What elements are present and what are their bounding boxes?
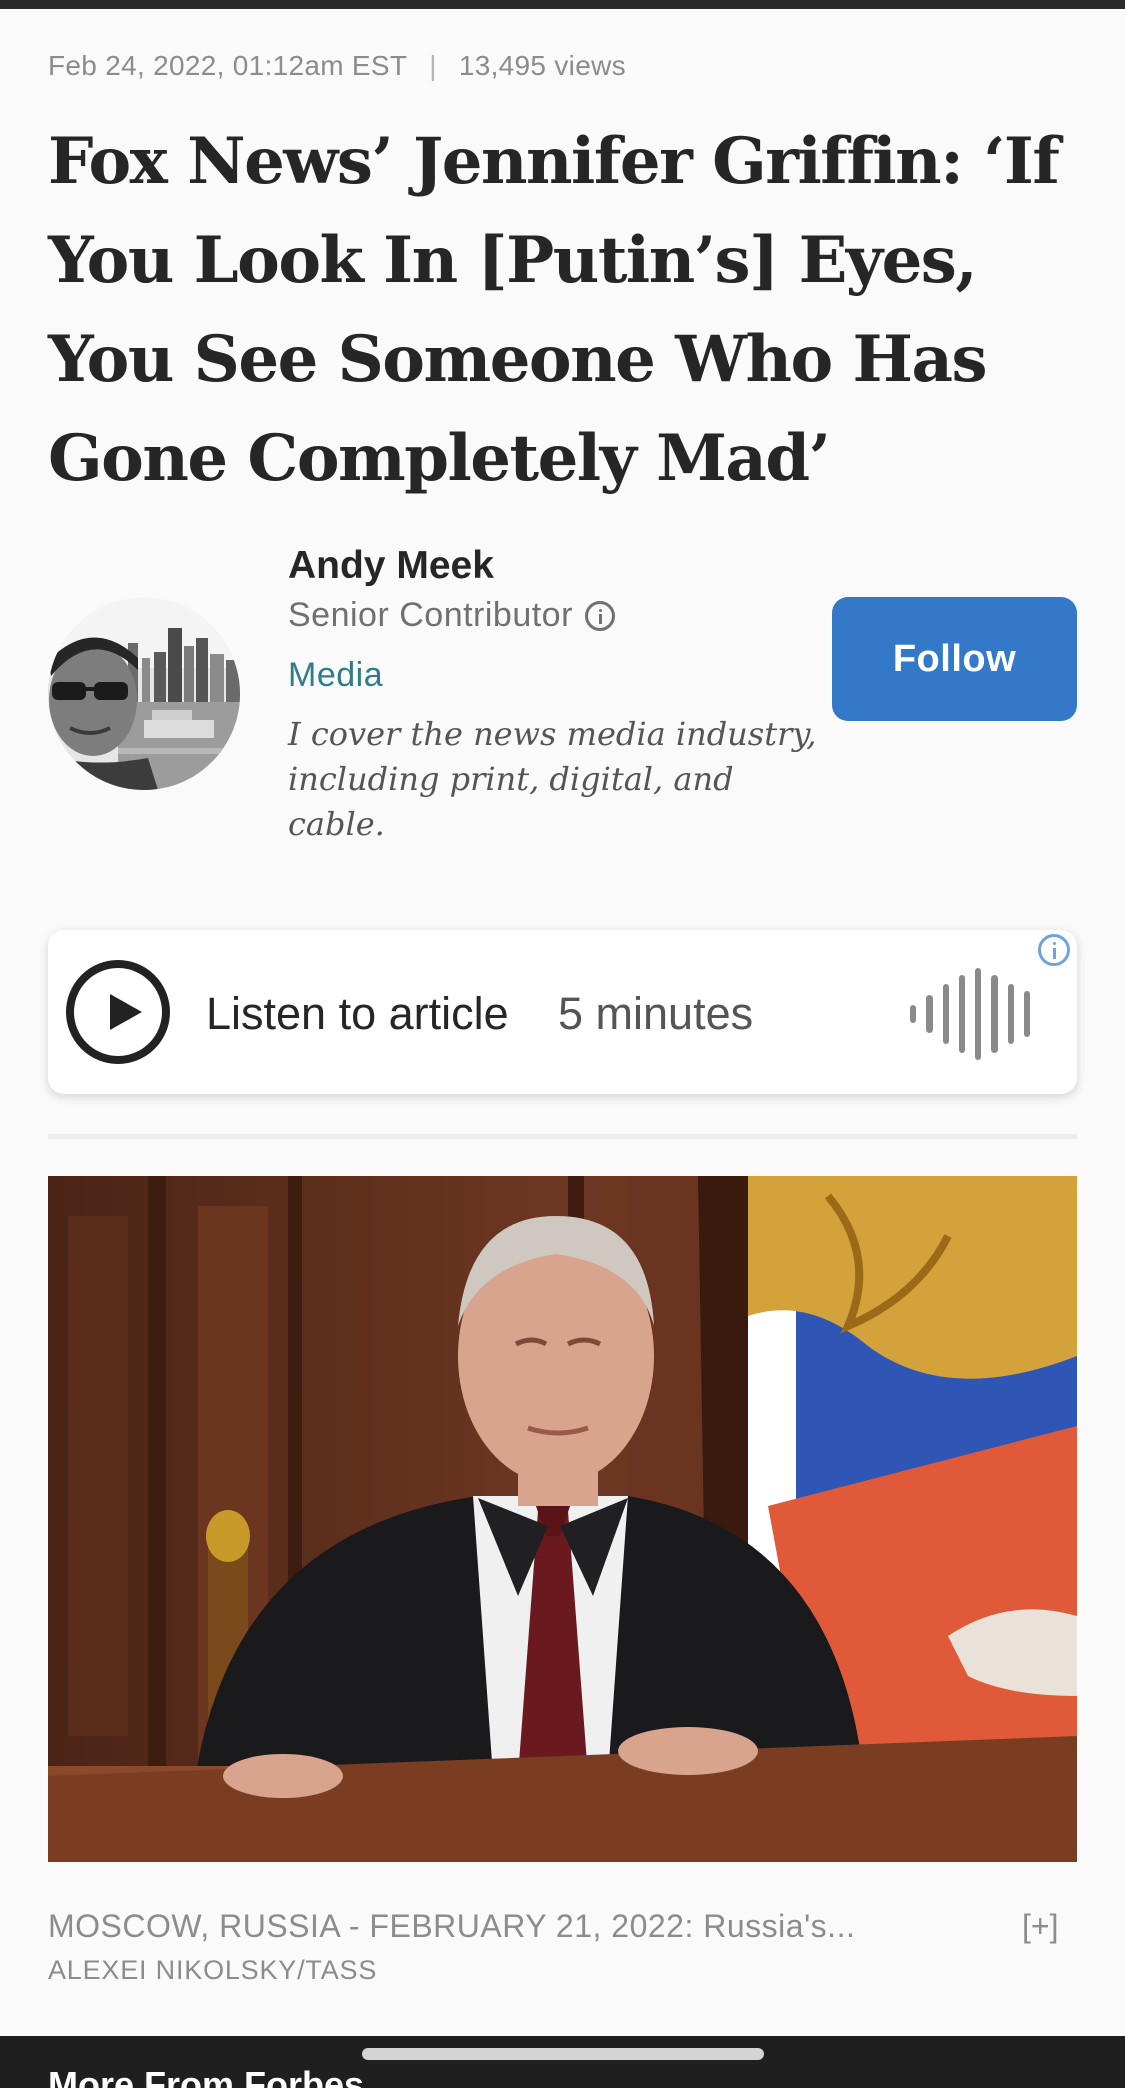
top-rule <box>0 0 1125 9</box>
meta-separator: | <box>429 50 437 81</box>
listen-duration: 5 minutes <box>558 988 754 1039</box>
listen-to-article-player[interactable]: Listen to article 5 minutes <box>48 930 1077 1094</box>
author-name[interactable]: Andy Meek <box>288 544 494 588</box>
article-meta: Feb 24, 2022, 01:12am EST | 13,495 views <box>48 50 626 82</box>
home-indicator[interactable] <box>362 2048 764 2060</box>
author-role: Senior Contributor <box>288 596 615 635</box>
ad-info-icon[interactable] <box>1038 934 1070 966</box>
more-from-forbes-label: More From Forbes <box>48 2064 365 2088</box>
more-from-forbes-bar[interactable]: More From Forbes <box>0 2036 1125 2088</box>
author-bio: I cover the news media industry, includi… <box>288 715 817 843</box>
caption-expand-button[interactable]: [+] <box>1022 1908 1058 1945</box>
article-hero-image[interactable] <box>48 1176 1077 1862</box>
image-caption: MOSCOW, RUSSIA - FEBRUARY 21, 2022: Russ… <box>48 1908 856 1944</box>
author-section-link[interactable]: Media <box>288 656 383 695</box>
author-avatar[interactable] <box>48 598 240 790</box>
view-count: 13,495 views <box>458 50 626 81</box>
waveform-icon <box>910 968 1030 1060</box>
publish-date: Feb 24, 2022, 01:12am EST <box>48 50 408 81</box>
listen-label: Listen to article <box>206 988 509 1039</box>
follow-button[interactable]: Follow <box>832 597 1077 721</box>
play-icon[interactable] <box>66 960 170 1064</box>
article-headline: Fox News’ Jennifer Griffin: ‘If You Look… <box>48 124 1060 496</box>
info-icon[interactable] <box>584 600 615 631</box>
author-role-label: Senior Contributor <box>288 596 573 634</box>
image-credit: ALEXEI NIKOLSKY/TASS <box>48 1955 378 1985</box>
section-divider <box>48 1134 1077 1139</box>
